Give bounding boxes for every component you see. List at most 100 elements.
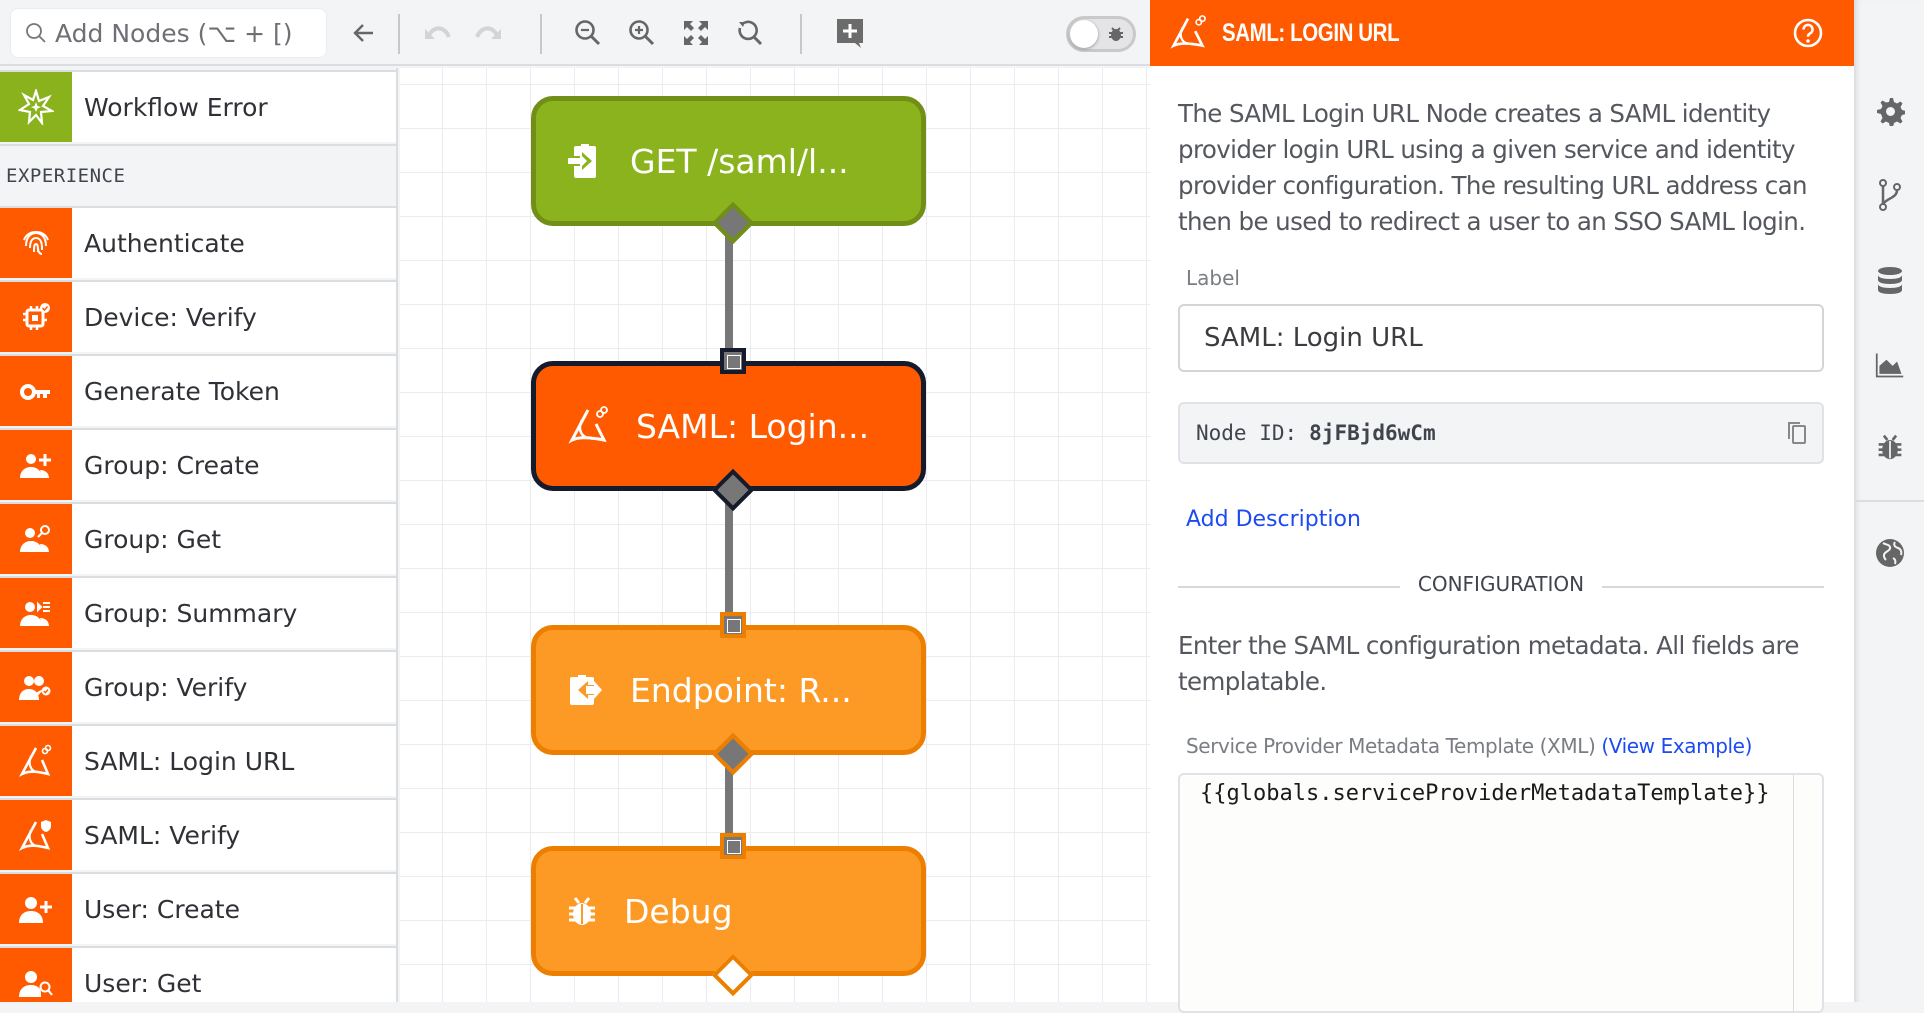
palette-item-saml-verify[interactable]: SAML: Verify (0, 798, 396, 870)
sp-metadata-template-editor[interactable]: {{globals.serviceProviderMetadataTemplat… (1178, 773, 1824, 1013)
label-input[interactable] (1178, 304, 1824, 372)
undo-icon (425, 26, 451, 39)
bug-icon (1109, 27, 1123, 41)
sp-metadata-value: {{globals.serviceProviderMetadataTemplat… (1200, 781, 1770, 806)
group-verify-icon (19, 676, 51, 700)
editor-scroll-gutter (1793, 775, 1794, 1011)
back-button[interactable] (348, 17, 380, 49)
settings-button[interactable] (1875, 96, 1905, 126)
user-search-icon (19, 971, 53, 997)
configuration-divider: CONFIGURATION (1178, 572, 1824, 600)
stats-button[interactable] (1875, 350, 1905, 380)
configuration-help-text: Enter the SAML configuration metadata. A… (1178, 631, 1800, 696)
palette-item-user-create[interactable]: User: Create (0, 872, 396, 944)
palette-item-group-create[interactable]: Group: Create (0, 428, 396, 500)
group-add-icon (20, 454, 51, 478)
device-verify-icon (23, 303, 50, 330)
expand-icon (684, 21, 708, 45)
bug-icon (1878, 434, 1902, 460)
palette-item-label: User: Get (84, 968, 202, 998)
add-nodes-search[interactable]: Add Nodes (⌥ + [) (10, 8, 327, 58)
palette-item-icon-bg (0, 578, 72, 648)
debug-panel-button[interactable] (1875, 432, 1905, 462)
copy-icon[interactable] (1786, 420, 1808, 446)
zoom-in-button[interactable] (626, 17, 658, 49)
palette-item-label: Workflow Error (84, 92, 268, 122)
group-summary-icon (20, 601, 50, 626)
workflow-canvas[interactable]: GET /saml/l... SAML: Login... Endpoint: … (400, 68, 1150, 1002)
palette-item-group-get[interactable]: Group: Get (0, 502, 396, 574)
zoom-out-button[interactable] (572, 17, 604, 49)
branch-icon (1879, 179, 1901, 211)
palette-item-icon-bg (0, 874, 72, 944)
palette-item-group-verify[interactable]: Group: Verify (0, 650, 396, 722)
database-icon (1878, 267, 1902, 294)
saml-link-icon (568, 406, 608, 444)
node-endpoint-reply[interactable]: Endpoint: R... (531, 612, 926, 776)
add-note-button[interactable] (834, 17, 866, 49)
node-label: Debug (624, 891, 733, 931)
help-icon[interactable] (1792, 17, 1824, 49)
palette-item-workflow-error[interactable]: Workflow Error (0, 70, 396, 142)
palette-item-icon-bg (0, 652, 72, 722)
input-port[interactable] (720, 833, 746, 859)
node-saml-login-url[interactable]: SAML: Login... (531, 348, 926, 512)
palette-item-icon-bg (0, 282, 72, 352)
palette-item-device-verify[interactable]: Device: Verify (0, 280, 396, 352)
output-port[interactable] (711, 201, 755, 245)
node-id-value: 8jFBjd6wCm (1309, 421, 1436, 445)
debug-toggle[interactable] (1066, 16, 1136, 52)
view-example-link[interactable]: (View Example) (1601, 734, 1752, 758)
storage-button[interactable] (1875, 266, 1905, 296)
redo-button[interactable] (474, 17, 506, 49)
bug-icon (569, 897, 595, 925)
reset-zoom-button[interactable] (734, 17, 766, 49)
search-placeholder: Add Nodes (⌥ + [) (55, 18, 293, 48)
versions-button[interactable] (1875, 179, 1905, 211)
output-port[interactable] (711, 468, 755, 512)
saml-link-icon (1170, 15, 1206, 49)
node-id-label: Node ID: (1196, 421, 1298, 445)
input-port[interactable] (720, 612, 746, 638)
output-port[interactable] (711, 732, 755, 776)
palette-item-authenticate[interactable]: Authenticate (0, 206, 396, 278)
zoom-out-icon (575, 20, 601, 46)
node-id-box: Node ID: 8jFBjd6wCm (1178, 402, 1824, 464)
redo-icon (475, 26, 501, 39)
palette-item-icon-bg (0, 726, 72, 796)
node-label: Endpoint: R... (630, 670, 852, 710)
palette-item-group-summary[interactable]: Group: Summary (0, 576, 396, 648)
reset-zoom-icon (738, 20, 763, 46)
fit-screen-button[interactable] (680, 17, 712, 49)
arrow-left-icon (353, 24, 373, 42)
palette-item-label: SAML: Login URL (84, 746, 295, 776)
node-palette: Workflow Error EXPERIENCE Authenticate De… (0, 68, 398, 1002)
chart-icon (1875, 353, 1904, 378)
node-label: GET /saml/l... (630, 141, 849, 181)
user-add-icon (19, 897, 52, 923)
palette-item-generate-token[interactable]: Generate Token (0, 354, 396, 426)
zoom-in-icon (629, 20, 655, 46)
undo-button[interactable] (420, 17, 452, 49)
palette-item-label: SAML: Verify (84, 820, 241, 850)
palette-item-label: User: Create (84, 894, 240, 924)
palette-item-user-get[interactable]: User: Get (0, 946, 396, 1002)
palette-item-saml-login-url[interactable]: SAML: Login URL (0, 724, 396, 796)
node-label: SAML: Login... (636, 406, 870, 446)
sp-metadata-label-text: Service Provider Metadata Template (XML) (1186, 734, 1596, 758)
divider-line (1602, 586, 1824, 588)
globals-button[interactable] (1875, 538, 1905, 568)
search-icon (26, 23, 46, 43)
right-sidebar (1854, 0, 1924, 1002)
node-debug[interactable]: Debug (531, 833, 926, 997)
node-get-endpoint[interactable]: GET /saml/l... (531, 96, 926, 245)
input-port[interactable] (720, 348, 746, 374)
endpoint-input-icon (568, 144, 596, 178)
add-description-link[interactable]: Add Description (1186, 507, 1361, 532)
panel-header: SAML: Login URL (1150, 0, 1854, 66)
palette-item-label: Generate Token (84, 376, 280, 406)
toggle-knob (1070, 20, 1098, 48)
output-port-unconnected[interactable] (711, 953, 755, 997)
saml-link-icon (18, 744, 52, 777)
palette-item-icon-bg (0, 800, 72, 870)
